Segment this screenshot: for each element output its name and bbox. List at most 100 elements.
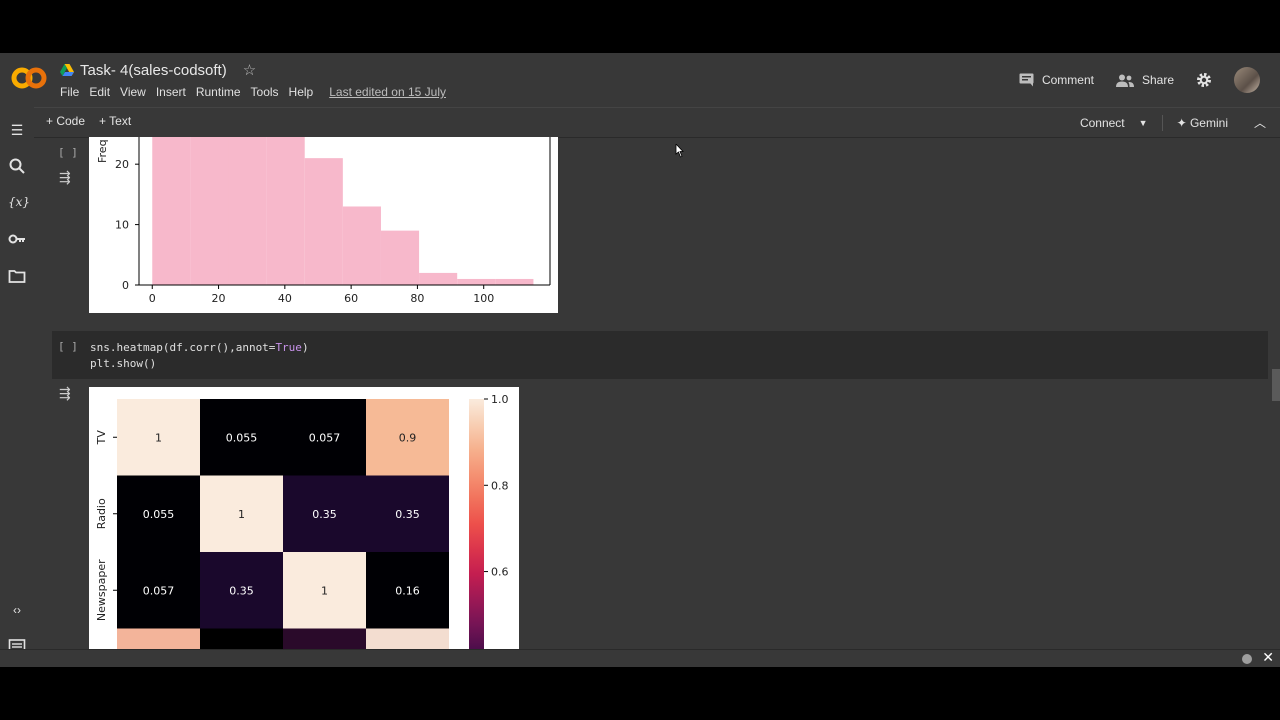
histogram-bar: [152, 137, 191, 285]
heatmap-cell-label: 1: [238, 508, 245, 521]
notebook-content: [ ] ⇶ 0 20 40 60 80 100 0 10 20 Freq [ ] sns.heat…: [34, 137, 1280, 667]
code-cell[interactable]: [ ] sns.heatmap(df.corr(),annot=True) pl…: [52, 331, 1268, 379]
menu-edit[interactable]: Edit: [89, 85, 110, 99]
heatmap-plot: 1 0.055 0.057 0.9 0.055 1 0.35 0.35 0.057 0.35 1 0.…: [89, 387, 519, 649]
sparkle-icon: ✦: [1176, 115, 1187, 130]
folder-icon[interactable]: [8, 267, 26, 285]
add-code-button[interactable]: + Code: [46, 114, 85, 128]
toolbar-divider: [1161, 114, 1163, 131]
code-line-2: plt.show(): [90, 357, 157, 370]
mouse-cursor-icon: [675, 144, 684, 158]
code-keyword-true: True: [275, 341, 302, 354]
cell-run-button[interactable]: [ ]: [58, 340, 78, 353]
colab-logo-icon[interactable]: [11, 63, 47, 93]
star-icon[interactable]: ☆: [243, 61, 256, 79]
x-tick-label: 0: [149, 292, 156, 305]
histogram-bar: [304, 158, 343, 285]
x-tick-label: 100: [473, 292, 494, 305]
notebook-toolbar: + Code + Text Connect ▼ ✦ Gemini ︿: [0, 107, 1280, 138]
connect-button[interactable]: Connect: [1080, 116, 1125, 130]
share-label: Share: [1141, 73, 1174, 87]
histogram-bar: [228, 137, 267, 285]
comment-button[interactable]: Comment: [1019, 73, 1094, 87]
left-sidebar: ☰ {x} ‹›: [0, 107, 34, 667]
x-tick-label: 20: [212, 292, 226, 305]
row-label: Radio: [95, 498, 108, 529]
comment-icon: [1019, 73, 1034, 87]
header: Task- 4(sales-codsoft) ☆ File Edit View …: [0, 53, 1280, 107]
output-toggle-icon[interactable]: ⇶: [59, 385, 71, 402]
last-edited-link[interactable]: Last edited on 15 July: [329, 85, 446, 99]
status-bar: ✕: [0, 649, 1280, 667]
search-icon[interactable]: [8, 157, 26, 175]
colorbar-tick-label: 0.6: [491, 566, 509, 579]
drive-icon: [60, 64, 74, 76]
code-line-1-pre: sns.heatmap(df.corr(),annot=: [90, 341, 276, 354]
x-tick-label: 80: [410, 292, 424, 305]
histogram-bar: [419, 272, 458, 285]
heatmap-cell-partial: [117, 628, 200, 649]
heatmap-cell-partial: [283, 628, 366, 649]
histogram-bar: [342, 206, 381, 285]
y-tick-label: 10: [115, 219, 129, 232]
histogram-bar: [380, 230, 420, 285]
scrollbar-thumb[interactable]: [1272, 369, 1280, 401]
share-icon: [1115, 74, 1134, 87]
heatmap-cell-partial: [366, 628, 449, 649]
histogram-bar: [457, 278, 496, 285]
colab-window: Task- 4(sales-codsoft) ☆ File Edit View …: [0, 53, 1280, 667]
colorbar: [469, 399, 484, 649]
heatmap-cell-label: 0.35: [395, 508, 420, 521]
gear-icon[interactable]: [1196, 72, 1212, 88]
y-tick-label: 20: [115, 158, 129, 171]
menu-file[interactable]: File: [60, 85, 79, 99]
menu-tools[interactable]: Tools: [251, 85, 279, 99]
histogram-bar: [190, 137, 229, 285]
add-text-label: Text: [109, 114, 132, 128]
menu-runtime[interactable]: Runtime: [196, 85, 241, 99]
cell-run-indicator[interactable]: [ ]: [58, 146, 78, 159]
comment-label: Comment: [1041, 73, 1094, 87]
heatmap-cell-label: 1: [321, 584, 328, 597]
menu-help[interactable]: Help: [289, 85, 314, 99]
histogram-bar: [495, 278, 534, 285]
avatar[interactable]: [1234, 67, 1260, 93]
variables-icon[interactable]: {x}: [8, 193, 30, 211]
heatmap-cell-label: 0.057: [143, 584, 175, 597]
x-tick-label: 40: [278, 292, 292, 305]
heatmap-cell-label: 0.9: [399, 431, 417, 444]
share-button[interactable]: Share: [1115, 73, 1174, 87]
key-icon[interactable]: [8, 230, 26, 248]
chevron-up-icon[interactable]: ︿: [1254, 114, 1266, 131]
code-snippets-icon[interactable]: ‹›: [8, 601, 26, 619]
heatmap-cell-label: 0.055: [143, 508, 175, 521]
chevron-down-icon[interactable]: ▼: [1139, 118, 1148, 128]
gemini-button[interactable]: ✦ Gemini: [1177, 116, 1228, 130]
heatmap-cell-label: 0.055: [226, 431, 258, 444]
row-label: Newspaper: [95, 559, 108, 621]
add-code-label: Code: [56, 114, 86, 128]
menu-insert[interactable]: Insert: [156, 85, 186, 99]
gemini-label: Gemini: [1189, 115, 1228, 130]
table-of-contents-icon[interactable]: ☰: [8, 121, 26, 139]
heatmap-cell-label: 0.35: [229, 584, 254, 597]
heatmap-cell-label: 1: [155, 431, 162, 444]
heatmap-cell-label: 0.16: [395, 584, 420, 597]
colorbar-tick-label: 1.0: [491, 393, 509, 406]
colorbar-tick-label: 0.8: [491, 479, 509, 492]
x-tick-label: 60: [344, 292, 358, 305]
code-editor[interactable]: sns.heatmap(df.corr(),annot=True) plt.sh…: [90, 340, 309, 372]
document-title[interactable]: Task- 4(sales-codsoft): [80, 62, 227, 79]
code-line-1-post: ): [301, 341, 309, 354]
status-dot: [1242, 654, 1252, 664]
close-icon[interactable]: ✕: [1262, 649, 1274, 666]
menu-view[interactable]: View: [120, 85, 146, 99]
y-tick-label: 0: [122, 279, 129, 292]
output-toggle-icon[interactable]: ⇶: [59, 169, 71, 186]
heatmap-cell-label: 0.057: [309, 431, 341, 444]
histogram-bar: [266, 137, 305, 285]
y-axis-label: Freq: [96, 139, 109, 163]
heatmap-cell-partial: [200, 628, 283, 649]
add-text-button[interactable]: + Text: [99, 114, 131, 128]
menu-bar: File Edit View Insert Runtime Tools Help…: [60, 85, 456, 99]
